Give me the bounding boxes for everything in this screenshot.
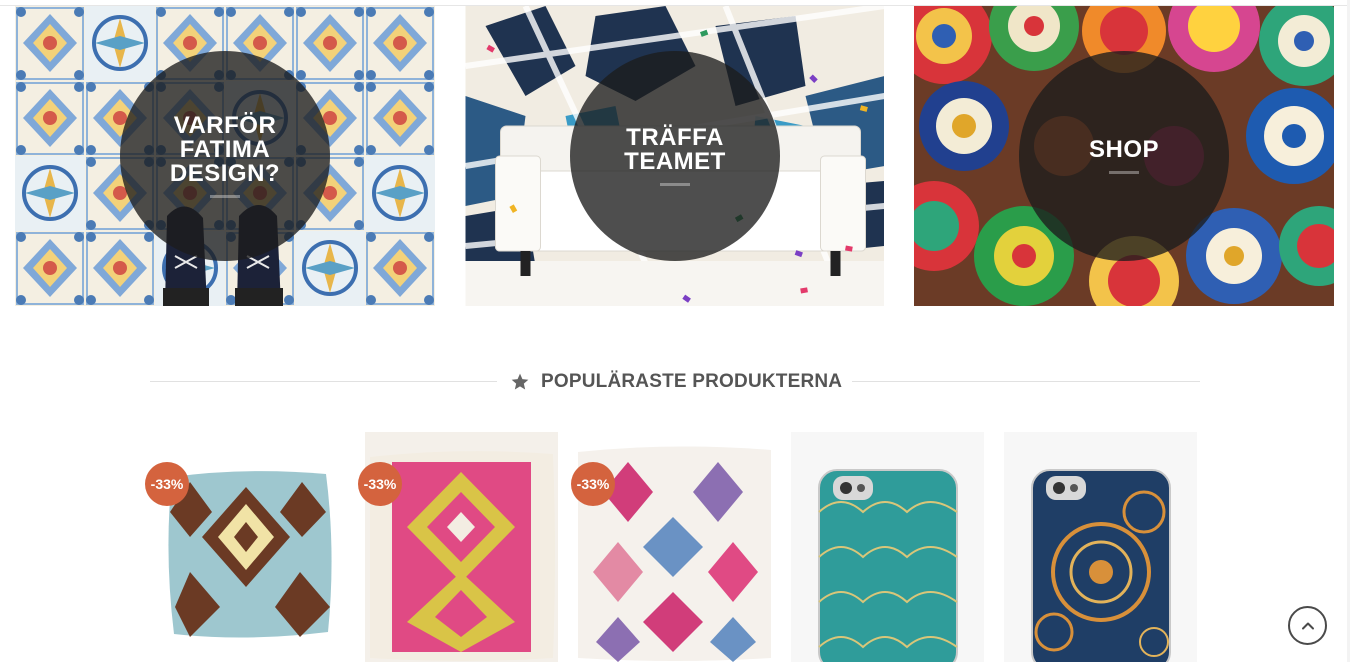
sale-badge: -33% bbox=[571, 462, 615, 506]
banner-overlay-circle[interactable]: SHOP bbox=[1019, 51, 1229, 261]
divider-line-left bbox=[150, 381, 497, 382]
chevron-up-icon bbox=[1301, 622, 1314, 629]
scroll-to-top-button[interactable] bbox=[1288, 606, 1327, 645]
title-underline bbox=[660, 183, 690, 186]
star-icon bbox=[511, 373, 529, 390]
product-card-iphone-case-blue-mandala[interactable] bbox=[1004, 432, 1197, 662]
product-card-iphone-case-teal[interactable] bbox=[791, 432, 984, 662]
title-underline bbox=[210, 195, 240, 198]
section-heading-text: POPULÄRASTE PRODUKTERNA bbox=[541, 371, 843, 392]
title-underline bbox=[1109, 171, 1139, 174]
sale-badge: -33% bbox=[358, 462, 402, 506]
banner-meet-the-team[interactable]: TRÄFFA TEAMET bbox=[465, 6, 884, 306]
product-image bbox=[791, 432, 984, 662]
divider-line-right bbox=[852, 381, 1200, 382]
banner-title: TRÄFFA TEAMET bbox=[624, 124, 726, 175]
banner-title: SHOP bbox=[1088, 136, 1159, 163]
banner-shop[interactable]: SHOP bbox=[914, 6, 1334, 306]
product-image bbox=[1004, 432, 1197, 662]
sale-badge: -33% bbox=[145, 462, 189, 506]
section-title-popular-products: POPULÄRASTE PRODUKTERNA bbox=[150, 367, 1200, 397]
banner-title: VARFÖR FATIMA DESIGN? bbox=[169, 112, 281, 187]
banner-overlay-circle[interactable]: VARFÖR FATIMA DESIGN? bbox=[120, 51, 330, 261]
banner-why-fatima-design[interactable]: VARFÖR FATIMA DESIGN? bbox=[15, 6, 435, 306]
section-heading: POPULÄRASTE PRODUKTERNA bbox=[510, 367, 842, 397]
banner-overlay-circle[interactable]: TRÄFFA TEAMET bbox=[570, 51, 780, 261]
